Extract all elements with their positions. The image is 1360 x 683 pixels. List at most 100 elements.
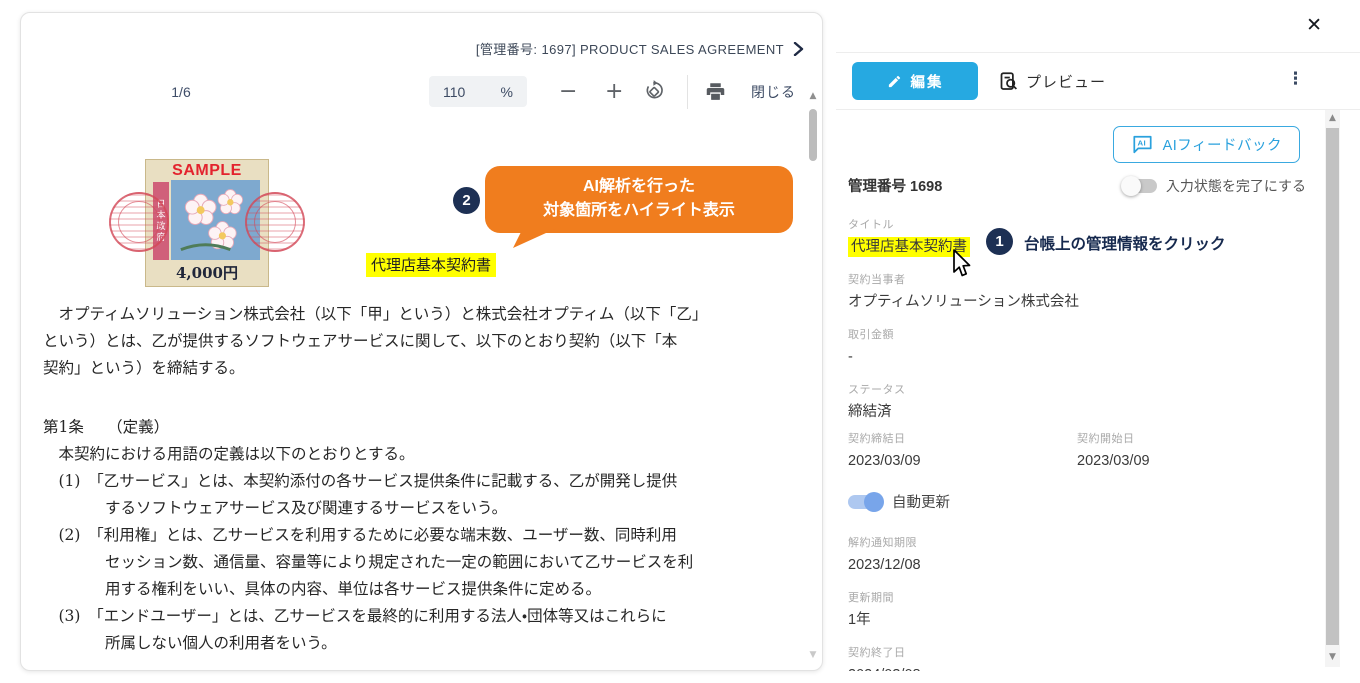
document-paragraph: オプティムソリューション株式会社（以下「甲」という）と株式会社オプティム（以下「… bbox=[43, 301, 811, 382]
viewer-scrollbar-thumb[interactable] bbox=[809, 109, 817, 161]
pencil-icon bbox=[887, 74, 902, 89]
viewer-scrollbar[interactable]: ▲ ▼ bbox=[807, 89, 819, 662]
field-start-date: 契約開始日 2023/03/09 bbox=[1077, 432, 1306, 471]
step1-callout-text: 台帳上の管理情報をクリック bbox=[1024, 232, 1226, 254]
zoom-level-input[interactable]: 110 % bbox=[429, 76, 527, 107]
field-signed-date: 契約締結日 2023/03/09 bbox=[848, 432, 1077, 471]
complete-toggle-label: 入力状態を完了にする bbox=[1166, 176, 1306, 196]
doc-line: という）とは、乙が提供するソフトウェアサービスに関して、以下のとおり契約（以下「… bbox=[43, 328, 811, 355]
scroll-down-icon[interactable]: ▼ bbox=[1325, 649, 1340, 665]
chevron-right-icon bbox=[792, 42, 804, 56]
red-seal-right bbox=[245, 192, 305, 252]
doc-line: 第1条 （定義） bbox=[43, 414, 811, 441]
scroll-down-icon[interactable]: ▼ bbox=[807, 648, 819, 662]
doc-line: 用する権利をいい、具体の内容、単位は各サービス提供条件に定める。 bbox=[43, 576, 811, 603]
callout-line2: 対象箇所をハイライト表示 bbox=[495, 199, 783, 223]
field-value: - bbox=[848, 347, 1306, 367]
step2-badge: 2 bbox=[453, 187, 480, 214]
doc-line: 所属しない個人の利用者をいう。 bbox=[43, 630, 811, 657]
doc-line: 契約」という）を締結する。 bbox=[43, 355, 811, 382]
field-label: 解約通知期限 bbox=[848, 536, 1306, 550]
ai-feedback-button[interactable]: AI AIフィードバック bbox=[1113, 126, 1300, 163]
printer-icon bbox=[705, 81, 726, 102]
field-end-date: 契約終了日 2024/03/08 bbox=[848, 646, 1306, 671]
mouse-cursor bbox=[948, 248, 972, 280]
preview-button[interactable]: プレビュー bbox=[998, 71, 1106, 92]
field-label: 更新期間 bbox=[848, 591, 1306, 605]
field-label: ステータス bbox=[848, 383, 1306, 397]
panel-scrollbar[interactable]: ▲ ▼ bbox=[1325, 110, 1340, 667]
svg-text:AI: AI bbox=[1137, 139, 1146, 148]
field-label: 契約終了日 bbox=[848, 646, 1306, 660]
contract-management-screen: [管理番号: 1697] PRODUCT SALES AGREEMENT 1/6… bbox=[0, 0, 1360, 683]
auto-renew-label: 自動更新 bbox=[892, 491, 950, 512]
zoom-in-button[interactable]: + bbox=[605, 81, 623, 103]
field-value: 2023/12/08 bbox=[848, 555, 1306, 575]
preview-label: プレビュー bbox=[1026, 71, 1106, 92]
close-icon: ✕ bbox=[1306, 14, 1322, 36]
complete-status-toggle[interactable] bbox=[1123, 179, 1157, 193]
field-label: 契約開始日 bbox=[1077, 432, 1306, 446]
detail-side-panel: ✕ 編集 プレビュー ⋮ bbox=[836, 0, 1360, 683]
management-number: 管理番号 1698 bbox=[848, 175, 1123, 196]
viewer-close-button[interactable]: 閉じる bbox=[751, 85, 796, 99]
doc-line: オプティムソリューション株式会社（以下「甲」という）と株式会社オプティム（以下「… bbox=[43, 301, 811, 328]
preview-document-icon bbox=[998, 71, 1019, 92]
ai-chat-icon: AI bbox=[1131, 135, 1154, 154]
zoom-out-button[interactable]: − bbox=[559, 81, 577, 103]
document-body: オプティムソリューション株式会社（以下「甲」という）と株式会社オプティム（以下「… bbox=[43, 301, 811, 657]
highlighted-contract-title: 代理店基本契約書 bbox=[366, 253, 496, 277]
field-label: 取引金額 bbox=[848, 328, 1306, 342]
pdf-viewer-card: [管理番号: 1697] PRODUCT SALES AGREEMENT 1/6… bbox=[20, 12, 823, 671]
panel-action-bar: 編集 プレビュー ⋮ bbox=[836, 52, 1360, 110]
field-status: ステータス 締結済 bbox=[848, 383, 1306, 422]
red-seal-left bbox=[109, 192, 169, 252]
field-value: オプティムソリューション株式会社 bbox=[848, 292, 1306, 312]
field-value: 2023/03/09 bbox=[848, 451, 1077, 471]
field-label: 契約締結日 bbox=[848, 432, 1077, 446]
toggle-knob bbox=[864, 492, 884, 512]
edit-button[interactable]: 編集 bbox=[852, 62, 978, 100]
doc-line: (2) 「利用権」とは、乙サービスを利用するために必要な端末数、ユーザー数、同時… bbox=[43, 522, 811, 549]
field-party: 契約当事者 オプティムソリューション株式会社 bbox=[848, 273, 1306, 312]
field-value: 2024/03/08 bbox=[848, 665, 1306, 671]
rotate-button[interactable] bbox=[645, 79, 667, 106]
field-value: 2023/03/09 bbox=[1077, 451, 1306, 471]
scroll-up-icon[interactable]: ▲ bbox=[807, 89, 819, 103]
bubble-tail bbox=[511, 228, 559, 248]
callout-line1: AI解析を行った bbox=[495, 175, 783, 199]
edit-label: 編集 bbox=[911, 71, 944, 92]
field-value: 1年 bbox=[848, 610, 1306, 630]
stamp-value-text: 4,000円 bbox=[146, 262, 268, 283]
more-menu-button[interactable]: ⋮ bbox=[1287, 69, 1304, 89]
auto-renew-toggle[interactable] bbox=[848, 495, 882, 509]
panel-scrollbar-thumb[interactable] bbox=[1326, 128, 1339, 645]
breadcrumb-label: [管理番号: 1697] PRODUCT SALES AGREEMENT bbox=[476, 39, 784, 58]
zoom-value: 110 bbox=[443, 84, 465, 100]
page-indicator: 1/6 bbox=[151, 84, 211, 100]
step2-callout-bubble: AI解析を行った 対象箇所をハイライト表示 bbox=[485, 166, 793, 233]
field-amount: 取引金額 - bbox=[848, 328, 1306, 367]
field-value: 締結済 bbox=[848, 402, 1306, 422]
doc-line: するソフトウェアサービス及び関連するサービスをいう。 bbox=[43, 495, 811, 522]
scroll-up-icon[interactable]: ▲ bbox=[1325, 110, 1340, 126]
doc-line: (1) 「乙サービス」とは、本契約添付の各サービス提供条件に記載する、乙が開発し… bbox=[43, 468, 811, 495]
doc-line: セッション数、通信量、容量等により規定された一定の範囲において乙サービスを利 bbox=[43, 549, 811, 576]
toolbar-divider bbox=[687, 75, 688, 109]
field-renewal-period: 更新期間 1年 bbox=[848, 591, 1306, 630]
kebab-menu-icon: ⋮ bbox=[1287, 69, 1304, 89]
revenue-stamp-image: 日本政府 bbox=[109, 159, 305, 287]
panel-close-button[interactable]: ✕ bbox=[1306, 14, 1322, 36]
field-label: 契約当事者 bbox=[848, 273, 1306, 287]
zoom-unit: % bbox=[501, 84, 513, 100]
rotate-icon bbox=[645, 79, 667, 101]
doc-line: 本契約における用語の定義は以下のとおりとする。 bbox=[43, 441, 811, 468]
ai-feedback-label: AIフィードバック bbox=[1163, 134, 1282, 155]
field-cancel-notice: 解約通知期限 2023/12/08 bbox=[848, 536, 1306, 575]
document-breadcrumb[interactable]: [管理番号: 1697] PRODUCT SALES AGREEMENT bbox=[476, 39, 804, 58]
doc-line: (3) 「エンドユーザー」とは、乙サービスを最終的に利用する法人・団体等又はこれ… bbox=[43, 603, 811, 630]
date-fields-row: 契約締結日 2023/03/09 契約開始日 2023/03/09 bbox=[848, 422, 1306, 471]
document-article1: 第1条 （定義） 本契約における用語の定義は以下のとおりとする。 (1) 「乙サ… bbox=[43, 414, 811, 657]
panel-content: AI AIフィードバック 管理番号 1698 入力状態を完了にする タイトル 代… bbox=[836, 110, 1326, 671]
print-button[interactable] bbox=[705, 81, 726, 107]
